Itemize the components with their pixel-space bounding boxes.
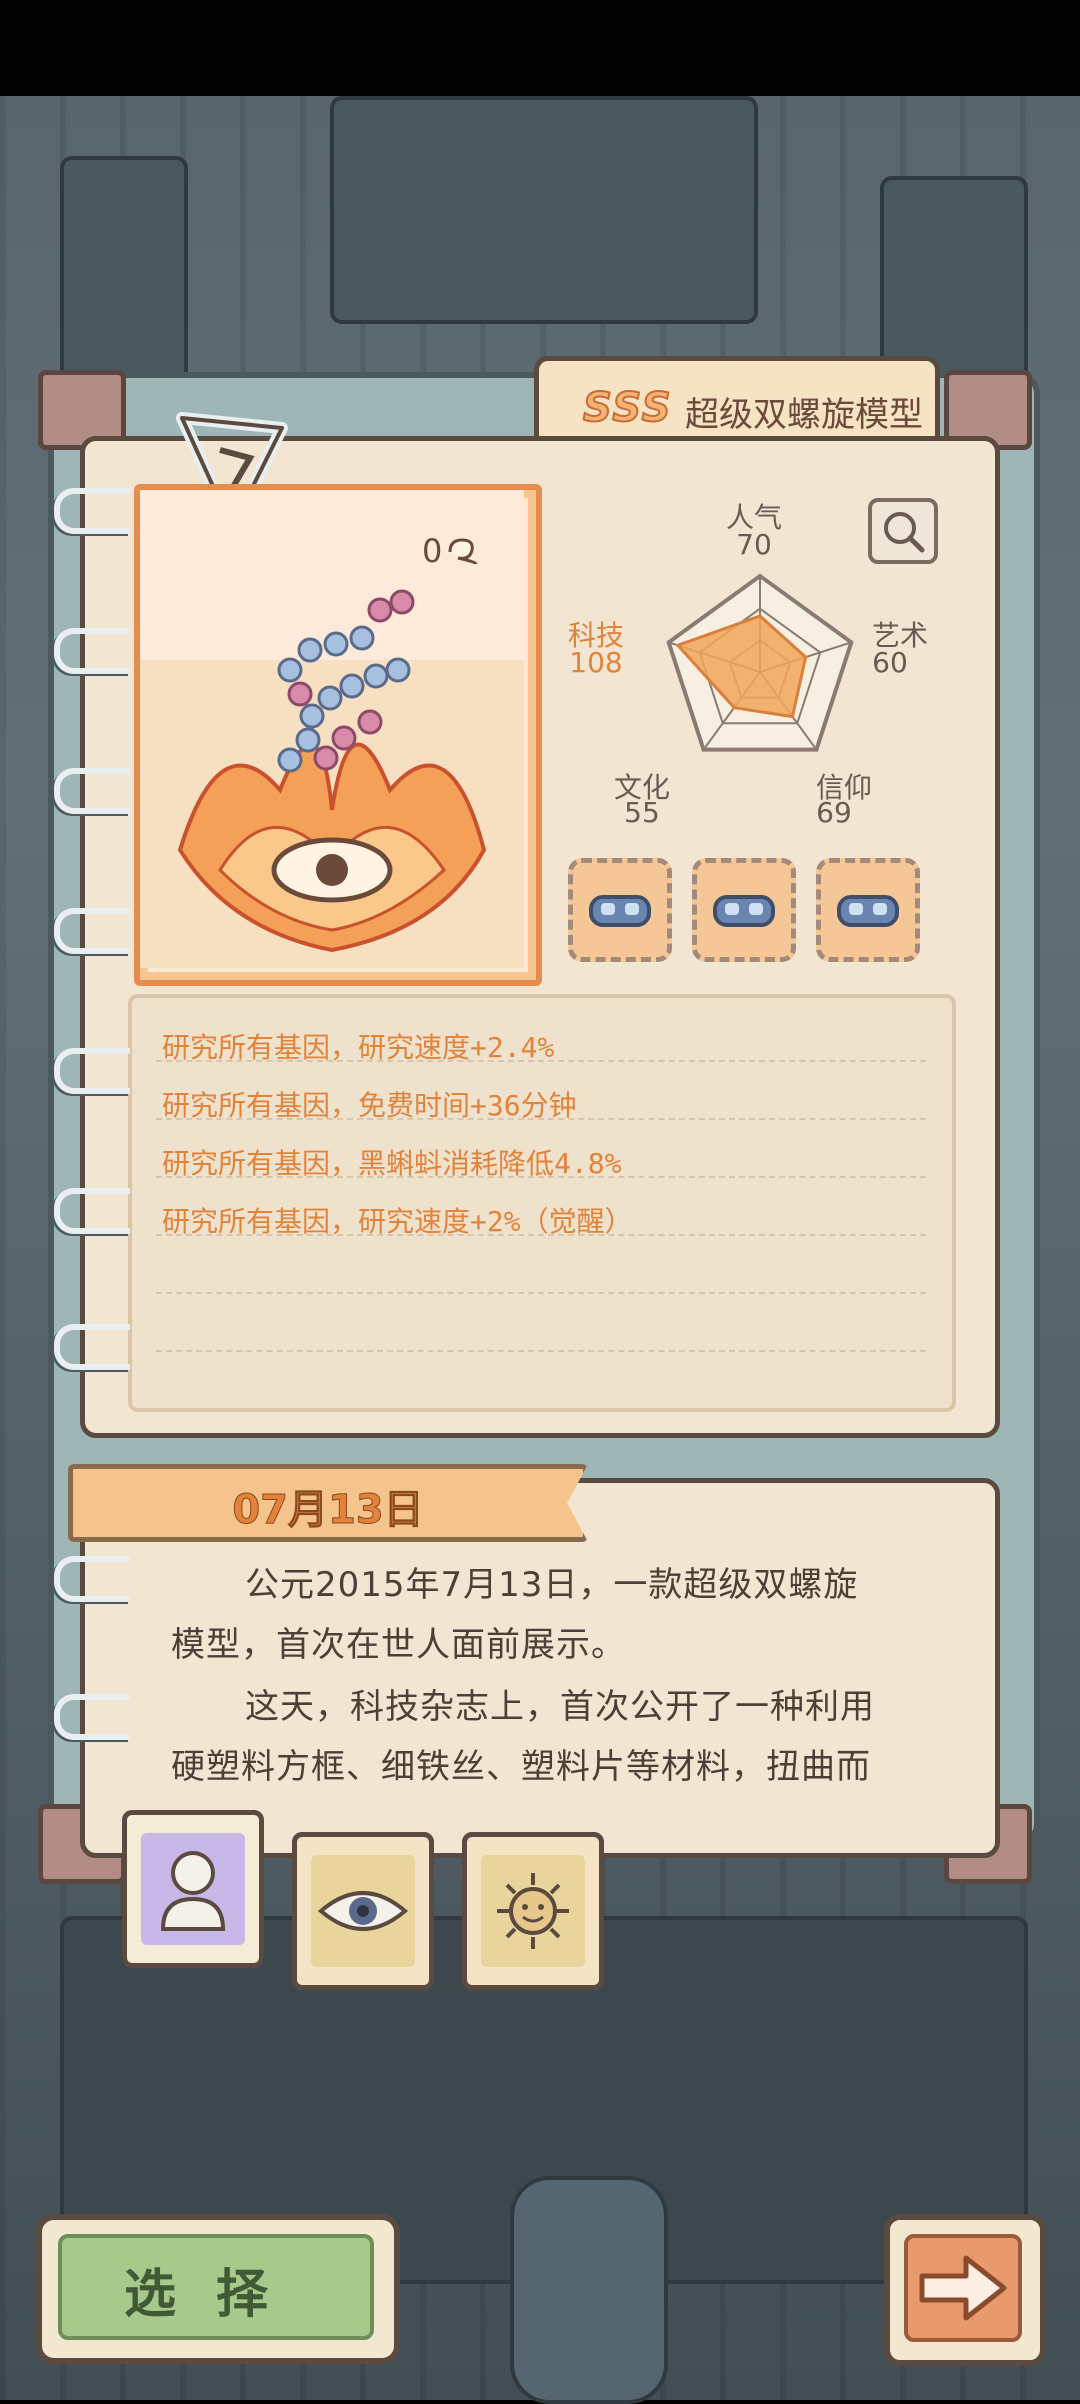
eye-icon [317,1891,409,1931]
binder-ring [54,768,130,814]
vr-goggles-icon [589,895,651,927]
story-line: 模型，首次在世人面前展示。 [171,1625,626,1665]
effect-line: 研究所有基因，研究速度+2.4% [162,1031,555,1064]
sun-face-icon [497,1873,569,1949]
effect-line: 研究所有基因，免费时间+36分钟 [162,1089,577,1122]
rank-badge: SSS [582,384,673,432]
binder-ring [54,1556,130,1602]
magnifier-icon [884,512,925,553]
equipment-slot[interactable] [568,858,672,962]
binder-ring [54,908,130,954]
tadpole-icon [448,538,478,565]
tab-eye[interactable] [292,1832,434,1990]
stat-culture-value: 55 [624,796,660,829]
zoom-button[interactable] [868,498,938,564]
binder-ring [54,488,130,534]
date-ribbon: 07月13日 [68,1464,588,1542]
tab-sun[interactable] [462,1832,604,1990]
select-button-label: 选择 [123,2265,308,2325]
binder-ring [54,1048,130,1094]
effect-line: 研究所有基因，黑蝌蚪消耗降低4.8% [162,1147,622,1180]
equipment-slot[interactable] [816,858,920,962]
tab-portrait[interactable] [122,1810,264,1968]
stat-faith-value: 69 [816,796,852,829]
story-date: 07月13日 [232,1487,424,1534]
effect-line: 研究所有基因，研究速度+2%（觉醒） [162,1205,633,1238]
card-title: 超级双螺旋模型 [685,395,923,435]
vr-goggles-icon [713,895,775,927]
arrow-right-icon [919,2255,1007,2321]
story-line: 硬塑料方框、细铁丝、塑料片等材料，扭曲而 [171,1747,871,1787]
binder-ring [54,1188,130,1234]
story-line: 这天，科技杂志上，首次公开了一种利用 [245,1687,875,1727]
stat-popularity-value: 70 [736,528,772,561]
bust-icon [160,1851,226,1931]
vr-goggles-icon [837,895,899,927]
stat-tech-value: 108 [569,646,623,679]
select-button[interactable]: 选择 [36,2214,400,2364]
card-count: 0 [422,532,443,570]
background-hatch [330,96,758,324]
canister [510,2176,668,2404]
equipment-slot[interactable] [692,858,796,962]
story-line: 公元2015年7月13日，一款超级双螺旋 [245,1565,859,1605]
effects-panel: 研究所有基因，研究速度+2.4% 研究所有基因，免费时间+36分钟 研究所有基因… [128,994,956,1412]
binder-ring [54,628,130,674]
radar-chart [666,573,854,752]
next-button[interactable] [884,2214,1046,2366]
status-bar [0,0,1080,96]
card-artwork: 0 [134,484,542,986]
binder-ring [54,1324,130,1370]
binder-ring [54,1694,130,1740]
